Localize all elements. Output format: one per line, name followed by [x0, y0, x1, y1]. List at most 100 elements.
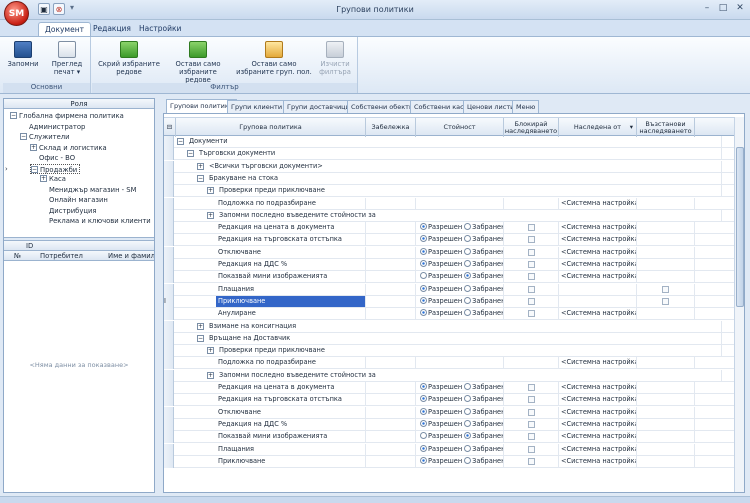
value-cell[interactable]: Разрешен Забранен	[416, 295, 504, 307]
forbidden-radio[interactable]: Забранен	[464, 247, 503, 256]
table-row[interactable]: Показвай мини изображенията Разрешен Забра…	[164, 271, 734, 284]
row-indicator[interactable]	[164, 308, 174, 321]
row-indicator[interactable]	[164, 345, 174, 358]
table-row[interactable]: − Бракуване на стока	[164, 172, 734, 185]
header-note[interactable]: Забележка	[366, 118, 416, 137]
block-inheritance-checkbox[interactable]	[528, 224, 535, 232]
qat-dropdown-icon[interactable]: ▾	[70, 3, 74, 12]
forbidden-radio[interactable]: Забранен	[464, 383, 503, 391]
forbidden-radio[interactable]: Забранен	[464, 223, 503, 231]
block-inheritance-checkbox[interactable]	[528, 408, 535, 416]
table-row[interactable]: Отключване Разрешен Забранен <Системна наст…	[164, 406, 734, 419]
table-row[interactable]: Плащания Разрешен Забранен	[164, 283, 734, 296]
table-row[interactable]: Показвай мини изображенията Разрешен Забра…	[164, 431, 734, 444]
table-row[interactable]: − Връщане на Доставчик	[164, 332, 734, 345]
header-policy[interactable]: Групова политика	[176, 118, 366, 137]
note-cell[interactable]	[366, 308, 416, 320]
table-row[interactable]: − Търговски документи	[164, 148, 734, 161]
allowed-radio[interactable]: Разрешен	[420, 260, 462, 268]
expand-icon[interactable]: +	[207, 371, 214, 379]
doc-tab[interactable]: Ценови листи	[463, 100, 519, 113]
block-inheritance-checkbox[interactable]	[528, 236, 535, 244]
collapse-icon[interactable]: −	[31, 165, 38, 173]
tab-settings[interactable]: Настройки	[133, 22, 187, 36]
row-indicator[interactable]: I	[164, 295, 174, 308]
collapse-icon[interactable]: −	[20, 133, 27, 140]
row-indicator[interactable]	[164, 283, 174, 296]
value-cell[interactable]	[416, 197, 504, 209]
allowed-radio[interactable]: Разрешен	[420, 456, 462, 465]
role-tree-item[interactable]: Офис - ВО	[30, 153, 75, 163]
role-tree-item[interactable]: Администратор	[20, 122, 85, 132]
row-indicator[interactable]	[164, 320, 174, 333]
note-cell[interactable]	[366, 271, 416, 283]
row-indicator[interactable]	[164, 455, 174, 468]
forbidden-radio[interactable]: Забранен	[464, 296, 503, 305]
row-indicator[interactable]	[164, 148, 174, 161]
row-indicator[interactable]	[164, 431, 174, 444]
collapse-icon[interactable]: −	[187, 150, 194, 158]
clear-filter-button[interactable]: Изчисти филтъра	[316, 41, 354, 76]
allowed-radio[interactable]: Разрешен	[420, 223, 462, 231]
header-inherited-from[interactable]: Наследена от ▾	[559, 118, 637, 137]
forbidden-radio[interactable]: Забранен	[464, 419, 503, 428]
table-row[interactable]: Анулиране Разрешен Забранен <Системна настр…	[164, 308, 734, 321]
value-cell[interactable]: Разрешен Забранен	[416, 443, 504, 455]
table-row[interactable]: Подложка по подразбиране <Системна настро…	[164, 357, 734, 370]
block-inheritance-checkbox[interactable]	[528, 396, 535, 404]
value-cell[interactable]: Разрешен Забранен	[416, 259, 504, 270]
value-cell[interactable]: Разрешен Забранен	[416, 382, 504, 393]
table-row[interactable]: Редакция на цената в документа Разрешен За…	[164, 382, 734, 394]
role-tree-item[interactable]: Реклама и ключови клиенти	[40, 216, 151, 226]
tab-document[interactable]: Документ	[38, 22, 91, 36]
minimize-icon[interactable]: –	[700, 2, 714, 15]
row-indicator[interactable]	[164, 418, 174, 431]
note-cell[interactable]	[366, 406, 416, 418]
row-indicator[interactable]	[164, 443, 174, 456]
restore-inheritance-checkbox[interactable]	[662, 297, 669, 305]
row-indicator[interactable]	[164, 271, 174, 284]
allowed-radio[interactable]: Разрешен	[420, 432, 462, 440]
value-cell[interactable]: Разрешен Забранен	[416, 394, 504, 406]
allowed-radio[interactable]: Разрешен	[420, 383, 462, 391]
row-indicator[interactable]	[164, 185, 174, 198]
value-cell[interactable]: Разрешен Забранен	[416, 271, 504, 283]
block-inheritance-checkbox[interactable]	[528, 384, 535, 391]
allowed-radio[interactable]: Разрешен	[420, 419, 462, 428]
forbidden-radio[interactable]: Забранен	[464, 432, 503, 440]
table-row[interactable]: + Проверки преди приключване	[164, 345, 734, 358]
row-indicator[interactable]	[164, 369, 174, 382]
value-cell[interactable]: Разрешен Забранен	[416, 246, 504, 258]
expand-icon[interactable]: +	[40, 175, 47, 182]
block-inheritance-checkbox[interactable]	[528, 248, 535, 256]
block-inheritance-checkbox[interactable]	[528, 445, 535, 453]
allowed-radio[interactable]: Разрешен	[420, 395, 462, 403]
row-indicator[interactable]	[164, 259, 174, 271]
table-row[interactable]: Редакция на цената в документа Разрешен За…	[164, 222, 734, 235]
forbidden-radio[interactable]: Забранен	[464, 444, 503, 453]
role-tree-item[interactable]: − Служители	[20, 132, 70, 142]
note-cell[interactable]	[366, 222, 416, 234]
close-icon[interactable]: ✕	[733, 2, 747, 15]
allowed-radio[interactable]: Разрешен	[420, 444, 462, 453]
note-cell[interactable]	[366, 443, 416, 455]
forbidden-radio[interactable]: Забранен	[464, 309, 503, 317]
note-cell[interactable]	[366, 431, 416, 443]
allowed-radio[interactable]: Разрешен	[420, 247, 462, 256]
maximize-icon[interactable]: □	[716, 2, 730, 15]
value-cell[interactable]: Разрешен Забранен	[416, 455, 504, 467]
block-inheritance-checkbox[interactable]	[528, 297, 535, 305]
expand-icon[interactable]: +	[207, 187, 214, 195]
allowed-radio[interactable]: Разрешен	[420, 296, 462, 305]
app-menu-button[interactable]: SM	[4, 1, 29, 26]
note-cell[interactable]	[366, 234, 416, 246]
save-button[interactable]: Запомни	[5, 41, 41, 68]
forbidden-radio[interactable]: Забранен	[464, 456, 503, 465]
value-cell[interactable]: Разрешен Забранен	[416, 406, 504, 418]
table-row[interactable]: Редакция на ДДС % Разрешен Забранен <Систем…	[164, 418, 734, 431]
table-row[interactable]: Отключване Разрешен Забранен <Системна наст…	[164, 246, 734, 259]
block-inheritance-checkbox[interactable]	[528, 433, 535, 441]
table-row[interactable]: + Запомни последно въведените стойности з…	[164, 209, 734, 222]
doc-tab[interactable]: Меню	[512, 100, 540, 113]
note-cell[interactable]	[366, 283, 416, 295]
